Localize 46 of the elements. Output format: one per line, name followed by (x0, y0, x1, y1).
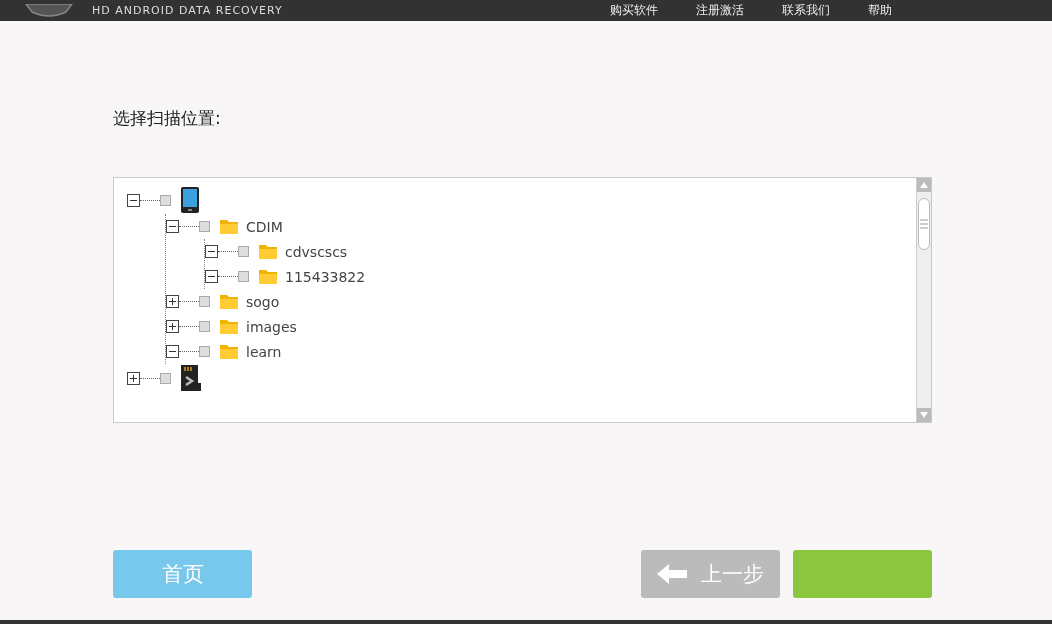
folder-icon (220, 294, 238, 309)
tree-item-label[interactable]: images (246, 318, 297, 335)
tree-item-label[interactable]: sogo (246, 293, 280, 310)
scrollbar[interactable] (916, 178, 931, 422)
checkbox[interactable] (199, 296, 210, 307)
prompt-label: 选择扫描位置: (113, 107, 222, 130)
scroll-down-icon[interactable] (917, 408, 931, 422)
collapse-toggle[interactable] (166, 220, 179, 233)
checkbox[interactable] (238, 271, 249, 282)
tree-item-label[interactable]: learn (246, 343, 282, 360)
folder-icon (220, 344, 238, 359)
checkbox[interactable] (199, 321, 210, 332)
checkbox[interactable] (199, 221, 210, 232)
app-title: HD ANDROID DATA RECOVERY (92, 4, 283, 17)
menu-link[interactable]: 注册激活 (696, 2, 744, 19)
expand-toggle[interactable] (166, 320, 179, 333)
plus-icon (167, 296, 178, 307)
folder-icon (259, 244, 277, 259)
menu-link[interactable]: 联系我们 (782, 2, 830, 19)
collapse-toggle[interactable] (127, 193, 140, 207)
collapse-toggle[interactable] (205, 245, 218, 258)
left-arrow-icon (657, 564, 687, 584)
tree-item-label[interactable]: CDIM (246, 218, 283, 235)
tree-item-label[interactable]: 115433822 (285, 268, 366, 285)
collapse-toggle[interactable] (205, 270, 218, 283)
plus-icon (128, 372, 139, 384)
menu-link[interactable]: 购买软件 (610, 2, 658, 19)
memory-card-icon (181, 365, 201, 391)
folder-icon (220, 319, 238, 334)
scroll-up-icon[interactable] (917, 178, 931, 192)
folder-icon (259, 269, 277, 284)
scroll-thumb[interactable] (918, 198, 930, 250)
checkbox[interactable] (160, 194, 171, 206)
plus-icon (167, 321, 178, 332)
checkbox[interactable] (238, 246, 249, 257)
tree-item-label[interactable]: cdvscscs (285, 243, 348, 260)
tablet-icon (181, 187, 199, 213)
shield-logo-icon (24, 3, 74, 18)
action-button[interactable] (793, 550, 932, 598)
menu-link[interactable]: 帮助 (868, 2, 892, 19)
collapse-toggle[interactable] (166, 345, 179, 358)
expand-toggle[interactable] (127, 371, 140, 385)
checkbox[interactable] (160, 372, 171, 384)
expand-toggle[interactable] (166, 295, 179, 308)
folder-icon (220, 219, 238, 234)
checkbox[interactable] (199, 346, 210, 357)
